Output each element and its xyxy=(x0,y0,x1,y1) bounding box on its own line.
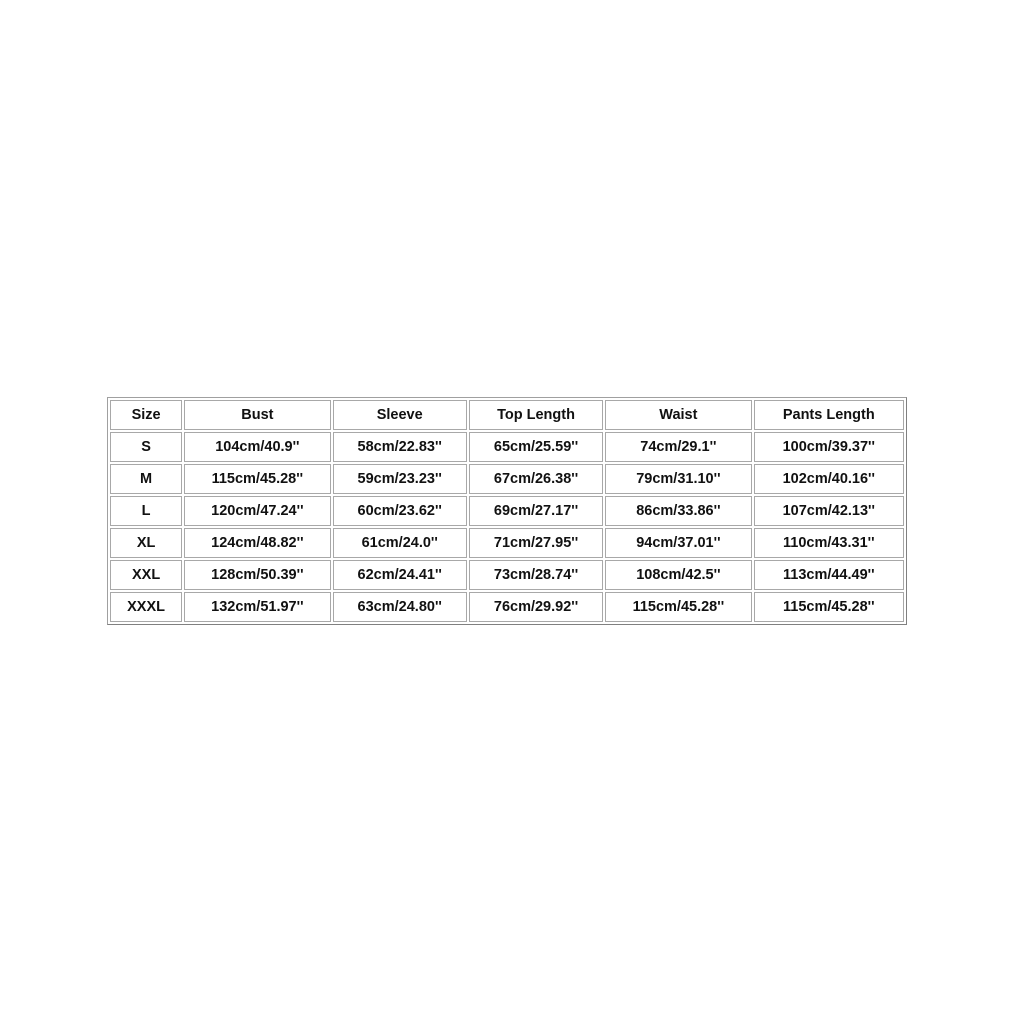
cell-pants-length: 100cm/39.37'' xyxy=(753,432,904,462)
header-pants-length: Pants Length xyxy=(753,400,904,430)
cell-sleeve: 58cm/22.83'' xyxy=(332,432,467,462)
cell-top-length: 71cm/27.95'' xyxy=(468,528,604,558)
cell-bust: 132cm/51.97'' xyxy=(184,592,331,622)
cell-waist: 79cm/31.10'' xyxy=(605,464,752,494)
header-bust: Bust xyxy=(184,400,331,430)
cell-pants-length: 107cm/42.13'' xyxy=(753,496,904,526)
table-row: XXXL 132cm/51.97'' 63cm/24.80'' 76cm/29.… xyxy=(110,592,904,622)
cell-waist: 74cm/29.1'' xyxy=(605,432,752,462)
cell-top-length: 69cm/27.17'' xyxy=(468,496,604,526)
header-size: Size xyxy=(110,400,183,430)
cell-pants-length: 102cm/40.16'' xyxy=(753,464,904,494)
table-row: M 115cm/45.28'' 59cm/23.23'' 67cm/26.38'… xyxy=(110,464,904,494)
header-sleeve: Sleeve xyxy=(332,400,467,430)
cell-size: XL xyxy=(110,528,183,558)
cell-bust: 120cm/47.24'' xyxy=(184,496,331,526)
cell-top-length: 65cm/25.59'' xyxy=(468,432,604,462)
table-row: S 104cm/40.9'' 58cm/22.83'' 65cm/25.59''… xyxy=(110,432,904,462)
cell-pants-length: 115cm/45.28'' xyxy=(753,592,904,622)
cell-top-length: 73cm/28.74'' xyxy=(468,560,604,590)
table-row: XXL 128cm/50.39'' 62cm/24.41'' 73cm/28.7… xyxy=(110,560,904,590)
cell-sleeve: 62cm/24.41'' xyxy=(332,560,467,590)
header-waist: Waist xyxy=(605,400,752,430)
cell-sleeve: 59cm/23.23'' xyxy=(332,464,467,494)
cell-size: L xyxy=(110,496,183,526)
cell-sleeve: 61cm/24.0'' xyxy=(332,528,467,558)
cell-bust: 124cm/48.82'' xyxy=(184,528,331,558)
cell-pants-length: 110cm/43.31'' xyxy=(753,528,904,558)
cell-bust: 104cm/40.9'' xyxy=(184,432,331,462)
cell-size: M xyxy=(110,464,183,494)
table-row: L 120cm/47.24'' 60cm/23.62'' 69cm/27.17'… xyxy=(110,496,904,526)
cell-size: XXL xyxy=(110,560,183,590)
cell-bust: 115cm/45.28'' xyxy=(184,464,331,494)
cell-top-length: 67cm/26.38'' xyxy=(468,464,604,494)
cell-bust: 128cm/50.39'' xyxy=(184,560,331,590)
cell-waist: 108cm/42.5'' xyxy=(605,560,752,590)
cell-waist: 115cm/45.28'' xyxy=(605,592,752,622)
table-row: XL 124cm/48.82'' 61cm/24.0'' 71cm/27.95'… xyxy=(110,528,904,558)
cell-size: S xyxy=(110,432,183,462)
cell-sleeve: 60cm/23.62'' xyxy=(332,496,467,526)
header-top-length: Top Length xyxy=(468,400,604,430)
header-row: Size Bust Sleeve Top Length Waist Pants … xyxy=(110,400,904,430)
cell-top-length: 76cm/29.92'' xyxy=(468,592,604,622)
cell-pants-length: 113cm/44.49'' xyxy=(753,560,904,590)
size-chart-table: Size Bust Sleeve Top Length Waist Pants … xyxy=(107,397,907,625)
cell-waist: 86cm/33.86'' xyxy=(605,496,752,526)
cell-size: XXXL xyxy=(110,592,183,622)
cell-waist: 94cm/37.01'' xyxy=(605,528,752,558)
cell-sleeve: 63cm/24.80'' xyxy=(332,592,467,622)
